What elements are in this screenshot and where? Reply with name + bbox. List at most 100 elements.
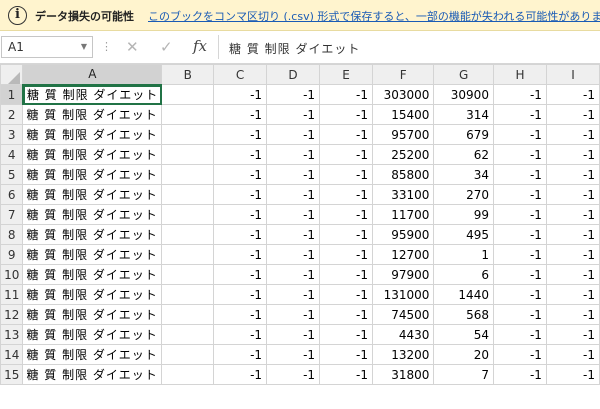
cell-d4[interactable]: -1: [266, 144, 321, 165]
cell-c3[interactable]: -1: [213, 124, 268, 145]
cell-g15[interactable]: 7: [433, 364, 494, 385]
cell-a6[interactable]: 糖 質 制限 ダイエット: [22, 184, 163, 205]
cell-c4[interactable]: -1: [213, 144, 268, 165]
cell-g3[interactable]: 679: [433, 124, 494, 145]
cell-h11[interactable]: -1: [492, 284, 547, 305]
cell-d12[interactable]: -1: [266, 304, 321, 325]
cell-d11[interactable]: -1: [266, 284, 321, 305]
cell-i12[interactable]: -1: [545, 304, 600, 325]
cell-h6[interactable]: -1: [492, 184, 547, 205]
cell-i3[interactable]: -1: [545, 124, 600, 145]
cell-b4[interactable]: [161, 144, 215, 165]
column-header-h[interactable]: H: [492, 64, 547, 85]
more-options-icon[interactable]: ⋮: [101, 40, 112, 53]
cell-d3[interactable]: -1: [266, 124, 321, 145]
cell-b14[interactable]: [161, 344, 215, 365]
cell-c1[interactable]: -1: [213, 84, 268, 105]
warning-message-link[interactable]: このブックをコンマ区切り (.csv) 形式で保存すると、一部の機能が失われる可…: [148, 8, 600, 24]
cell-c10[interactable]: -1: [213, 264, 268, 285]
cell-i11[interactable]: -1: [545, 284, 600, 305]
cell-h9[interactable]: -1: [492, 244, 547, 265]
cell-e5[interactable]: -1: [319, 164, 373, 185]
cell-a5[interactable]: 糖 質 制限 ダイエット: [22, 164, 163, 185]
row-header[interactable]: 2: [0, 104, 24, 125]
column-header-a[interactable]: A: [22, 64, 163, 86]
cell-g10[interactable]: 6: [433, 264, 494, 285]
cell-i10[interactable]: -1: [545, 264, 600, 285]
column-header-c[interactable]: C: [213, 64, 268, 85]
cell-b15[interactable]: [161, 364, 215, 385]
cell-d14[interactable]: -1: [266, 344, 321, 365]
enter-icon[interactable]: ✓: [160, 38, 173, 56]
cell-f10[interactable]: 97900: [371, 264, 435, 285]
cell-g14[interactable]: 20: [433, 344, 494, 365]
column-header-f[interactable]: F: [371, 64, 435, 85]
row-header[interactable]: 1: [0, 84, 25, 105]
cell-i6[interactable]: -1: [545, 184, 600, 205]
cell-a13[interactable]: 糖 質 制限 ダイエット: [22, 324, 163, 345]
cell-d2[interactable]: -1: [266, 104, 321, 125]
row-header[interactable]: 7: [0, 204, 24, 225]
row-header[interactable]: 6: [0, 184, 24, 205]
cell-e6[interactable]: -1: [319, 184, 373, 205]
cell-e1[interactable]: -1: [319, 84, 373, 105]
cell-g8[interactable]: 495: [433, 224, 494, 245]
cell-g5[interactable]: 34: [433, 164, 494, 185]
insert-function-icon[interactable]: fx: [193, 37, 207, 55]
cell-f9[interactable]: 12700: [371, 244, 435, 265]
cell-g9[interactable]: 1: [433, 244, 494, 265]
column-header-e[interactable]: E: [319, 64, 373, 85]
cell-a9[interactable]: 糖 質 制限 ダイエット: [22, 244, 163, 265]
cell-f3[interactable]: 95700: [371, 124, 435, 145]
cell-b10[interactable]: [161, 264, 215, 285]
column-header-g[interactable]: G: [433, 64, 494, 85]
cell-b3[interactable]: [161, 124, 215, 145]
cell-i4[interactable]: -1: [545, 144, 600, 165]
cell-e3[interactable]: -1: [319, 124, 373, 145]
cell-e11[interactable]: -1: [319, 284, 373, 305]
cell-b12[interactable]: [161, 304, 215, 325]
cell-i9[interactable]: -1: [545, 244, 600, 265]
cell-h12[interactable]: -1: [492, 304, 547, 325]
cell-d7[interactable]: -1: [266, 204, 321, 225]
cell-h1[interactable]: -1: [492, 84, 547, 105]
cell-e8[interactable]: -1: [319, 224, 373, 245]
row-header[interactable]: 11: [0, 284, 24, 305]
cell-g1[interactable]: 30900: [433, 84, 494, 105]
cell-a15[interactable]: 糖 質 制限 ダイエット: [22, 364, 163, 385]
cell-d5[interactable]: -1: [266, 164, 321, 185]
cancel-icon[interactable]: ✕: [126, 38, 139, 56]
cell-f6[interactable]: 33100: [371, 184, 435, 205]
cell-a8[interactable]: 糖 質 制限 ダイエット: [22, 224, 163, 245]
cell-e2[interactable]: -1: [319, 104, 373, 125]
column-header-d[interactable]: D: [266, 64, 321, 85]
row-header[interactable]: 8: [0, 224, 24, 245]
cell-i2[interactable]: -1: [545, 104, 600, 125]
cell-a14[interactable]: 糖 質 制限 ダイエット: [22, 344, 163, 365]
cell-b1[interactable]: [161, 84, 215, 105]
cell-c11[interactable]: -1: [213, 284, 268, 305]
cell-f8[interactable]: 95900: [371, 224, 435, 245]
cell-f5[interactable]: 85800: [371, 164, 435, 185]
row-header[interactable]: 14: [0, 344, 24, 365]
cell-c7[interactable]: -1: [213, 204, 268, 225]
cell-g4[interactable]: 62: [433, 144, 494, 165]
cell-c2[interactable]: -1: [213, 104, 268, 125]
cell-e7[interactable]: -1: [319, 204, 373, 225]
cell-a1[interactable]: 糖 質 制限 ダイエット: [22, 84, 163, 105]
cell-e9[interactable]: -1: [319, 244, 373, 265]
cell-g13[interactable]: 54: [433, 324, 494, 345]
cell-a12[interactable]: 糖 質 制限 ダイエット: [22, 304, 163, 325]
cell-f1[interactable]: 303000: [371, 84, 435, 105]
cell-a11[interactable]: 糖 質 制限 ダイエット: [22, 284, 163, 305]
cell-h2[interactable]: -1: [492, 104, 547, 125]
cell-d10[interactable]: -1: [266, 264, 321, 285]
cell-i5[interactable]: -1: [545, 164, 600, 185]
cell-d15[interactable]: -1: [266, 364, 321, 385]
cell-g7[interactable]: 99: [433, 204, 494, 225]
cell-c14[interactable]: -1: [213, 344, 268, 365]
cell-e4[interactable]: -1: [319, 144, 373, 165]
cell-e14[interactable]: -1: [319, 344, 373, 365]
cell-g12[interactable]: 568: [433, 304, 494, 325]
cell-d13[interactable]: -1: [266, 324, 321, 345]
